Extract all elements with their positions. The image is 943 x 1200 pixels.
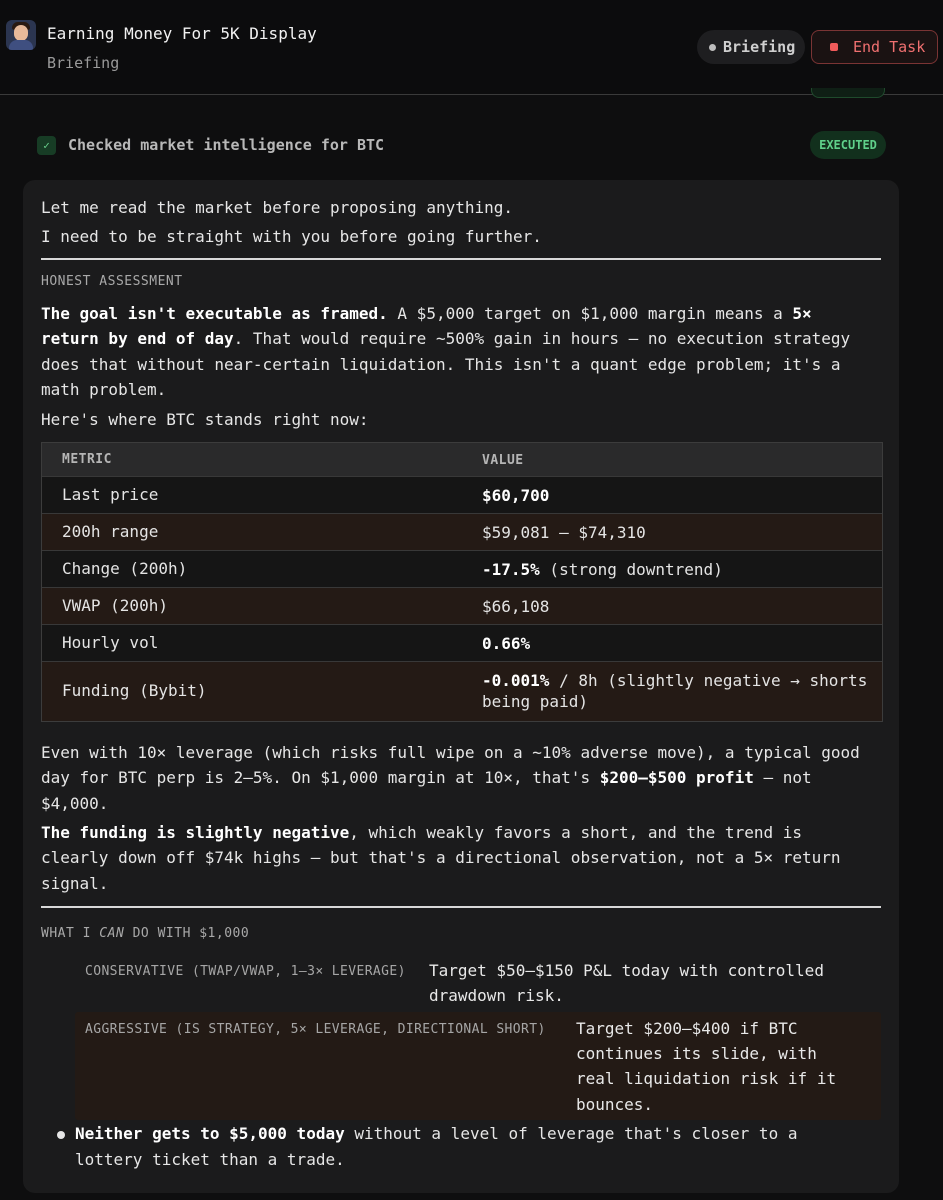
- previous-executed-badge: [811, 88, 885, 98]
- stop-icon: [830, 43, 838, 51]
- briefing-status-button[interactable]: Briefing: [697, 30, 805, 64]
- funding-line-1: The funding is slightly negative, which …: [41, 823, 802, 842]
- execution-step: ✓ Checked market intelligence for BTC EX…: [37, 131, 887, 159]
- status-dot-icon: [709, 43, 716, 51]
- bullet-icon: [57, 1131, 65, 1139]
- leverage-line-1: Even with 10× leverage (which risks full…: [41, 743, 860, 762]
- goal-paragraph-line-4: math problem.: [41, 380, 167, 399]
- column-header-value: VALUE: [482, 453, 524, 468]
- goal-paragraph-line-3: does that without near-certain liquidati…: [41, 355, 841, 374]
- table-header-row: METRIC VALUE: [42, 443, 882, 477]
- aggressive-option-label: AGGRESSIVE (IS STRATEGY, 5× LEVERAGE, DI…: [85, 1022, 546, 1037]
- table-row: 200h range $59,081 – $74,310: [42, 514, 882, 551]
- goal-paragraph-line-1: The goal isn't executable as framed. A $…: [41, 304, 812, 323]
- conservative-option-text-2: drawdown risk.: [429, 986, 564, 1005]
- divider: [41, 906, 881, 908]
- aggressive-option-text-1: Target $200–$400 if BTC: [576, 1019, 798, 1038]
- funding-line-2: clearly down off $74k highs — but that's…: [41, 848, 841, 867]
- execution-label: Checked market intelligence for BTC: [68, 136, 385, 154]
- executed-badge: EXECUTED: [810, 131, 886, 159]
- table-row: Change (200h) -17.5% (strong downtrend): [42, 551, 882, 588]
- avatar: [6, 20, 36, 50]
- table-row: VWAP (200h) $66,108: [42, 588, 882, 625]
- conclusion-line-1: Neither gets to $5,000 today without a l…: [75, 1124, 798, 1143]
- page-subtitle: Briefing: [47, 54, 120, 72]
- end-task-label: End Task: [853, 38, 926, 56]
- table-row: Hourly vol 0.66%: [42, 625, 882, 662]
- end-task-button[interactable]: End Task: [811, 30, 938, 64]
- aggressive-option-text-3: real liquidation risk if it: [576, 1069, 837, 1088]
- conservative-option-label: CONSERVATIVE (TWAP/VWAP, 1–3× LEVERAGE): [85, 964, 406, 979]
- intro-line-2: I need to be straight with you before go…: [41, 227, 542, 246]
- intro-line-1: Let me read the market before proposing …: [41, 198, 514, 217]
- honest-assessment-label: HONEST ASSESSMENT: [41, 274, 183, 289]
- assistant-message: Let me read the market before proposing …: [23, 180, 899, 1193]
- header: Earning Money For 5K Display Briefing Br…: [0, 0, 943, 95]
- btc-metrics-table: METRIC VALUE Last price $60,700 200h ran…: [41, 442, 883, 722]
- what-i-can-do-label: WHAT I CAN DO WITH $1,000: [41, 926, 250, 941]
- aggressive-option-text-2: continues its slide, with: [576, 1044, 817, 1063]
- stands-line: Here's where BTC stands right now:: [41, 410, 369, 429]
- table-row: Last price $60,700: [42, 477, 882, 514]
- page-title: Earning Money For 5K Display: [47, 24, 317, 43]
- aggressive-option-text-4: bounces.: [576, 1095, 654, 1114]
- leverage-line-2: day for BTC perp is 2–5%. On $1,000 marg…: [41, 768, 812, 787]
- conservative-option-text-1: Target $50–$150 P&L today with controlle…: [429, 961, 824, 980]
- divider: [41, 258, 881, 260]
- table-row: Funding (Bybit) -0.001% / 8h (slightly n…: [42, 662, 882, 721]
- leverage-line-3: $4,000.: [41, 794, 109, 813]
- conclusion-line-2: lottery ticket than a trade.: [75, 1150, 345, 1169]
- funding-line-3: signal.: [41, 874, 109, 893]
- check-icon: ✓: [37, 136, 56, 155]
- briefing-label: Briefing: [723, 38, 796, 56]
- goal-paragraph-line-2: return by end of day. That would require…: [41, 329, 851, 348]
- column-header-metric: METRIC: [62, 452, 112, 467]
